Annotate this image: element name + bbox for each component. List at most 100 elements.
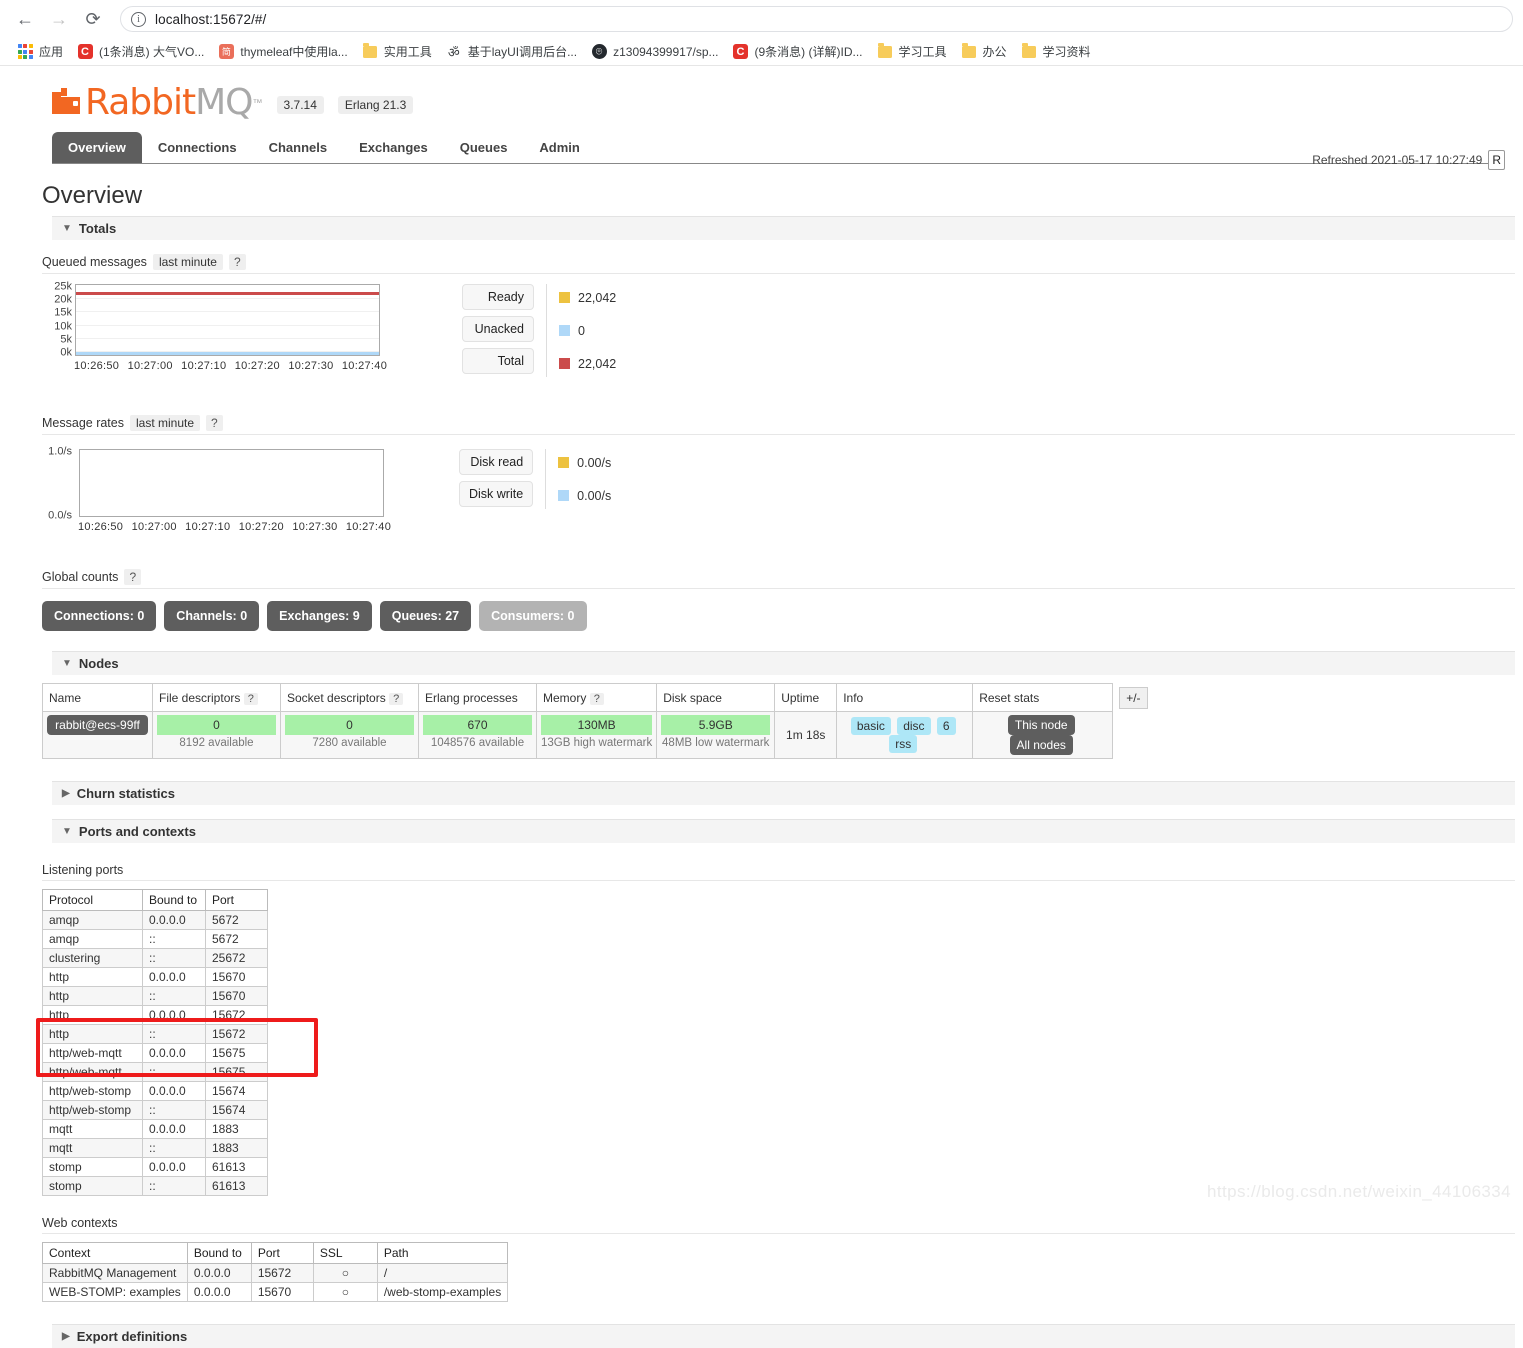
series-total (76, 292, 379, 295)
message-rates-header: Message rates last minute ? (42, 415, 1515, 435)
info-badge-disc[interactable]: disc (897, 717, 931, 735)
queued-messages-header: Queued messages last minute ? (42, 254, 1515, 274)
section-nodes[interactable]: ▼ Nodes (52, 651, 1515, 675)
cell-port: 15670 (250, 1282, 314, 1302)
info-badge-cores[interactable]: 6 (936, 717, 956, 735)
tab-admin[interactable]: Admin (523, 132, 595, 163)
cell-erlang-processes: 670 1048576 available (418, 711, 537, 759)
bookmark-csdn-1[interactable]: C (1条消息) 大气VO... (70, 40, 211, 64)
col-port: Port (250, 1242, 314, 1264)
table-row: clustering:: 25672 (42, 948, 268, 968)
cell-bound-to: 0.0.0.0 (186, 1282, 252, 1302)
reset-this-node-button[interactable]: This node (1007, 715, 1075, 735)
cell-path: /web-stomp-examples (376, 1282, 509, 1302)
jianshu-icon: 简 (218, 44, 234, 60)
cell-port: 15675 (205, 1062, 268, 1082)
bookmark-jianshu[interactable]: 简 thymeleaf中使用la... (211, 40, 354, 64)
count-channels[interactable]: Channels: 0 (164, 601, 260, 631)
metric-note: 7280 available (312, 737, 387, 749)
bookmark-folder-tools[interactable]: 实用工具 (355, 40, 439, 64)
section-ports-and-contexts[interactable]: ▼ Ports and contexts (52, 819, 1515, 843)
site-info-icon[interactable]: i (131, 11, 146, 27)
legend-button-unacked[interactable]: Unacked (462, 316, 534, 342)
color-swatch (559, 292, 570, 303)
help-icon[interactable]: ? (228, 254, 246, 270)
reset-all-nodes-button[interactable]: All nodes (1009, 735, 1073, 755)
section-export-definitions[interactable]: ▶ Export definitions (52, 1324, 1515, 1348)
col-socket-descriptors: Socket descriptors ? (280, 683, 419, 712)
count-connections[interactable]: Connections: 0 (42, 601, 157, 631)
metric-bar: 670 (423, 715, 532, 735)
version-badge: 3.7.14 (276, 96, 324, 114)
legend-button-disk-write[interactable]: Disk write (459, 481, 534, 507)
table-row: stomp 0.0.0.0 61613 (42, 1157, 268, 1177)
message-rates-period[interactable]: last minute (129, 415, 201, 431)
count-consumers[interactable]: Consumers: 0 (479, 601, 587, 631)
expand-collapse-button[interactable]: +/- (1119, 686, 1148, 709)
back-icon[interactable]: ← (10, 4, 40, 34)
info-badge-basic[interactable]: basic (850, 717, 891, 735)
count-exchanges[interactable]: Exchanges: 9 (267, 601, 372, 631)
refresh-button[interactable]: R (1488, 150, 1505, 170)
queued-messages-period[interactable]: last minute (152, 254, 223, 270)
legend-button-disk-read[interactable]: Disk read (459, 449, 534, 475)
section-churn-statistics[interactable]: ▶ Churn statistics (52, 781, 1515, 805)
legend-value-ready: 22,042 (559, 284, 616, 311)
tab-connections[interactable]: Connections (142, 132, 253, 163)
metric-bar: 0 (157, 715, 276, 735)
bookmark-folder-study-material[interactable]: 学习资料 (1014, 40, 1098, 64)
count-queues[interactable]: Queues: 27 (379, 601, 472, 631)
bookmark-folder-study-tools[interactable]: 学习工具 (870, 40, 954, 64)
bookmark-label: 学习工具 (898, 45, 947, 59)
bookmark-folder-office[interactable]: 办公 (954, 40, 1014, 64)
cell-protocol: mqtt (42, 1138, 143, 1158)
table-row: amqp:: 5672 (42, 929, 268, 949)
bookmark-layui[interactable]: ॐ 基于layUI调用后台... (439, 40, 584, 64)
cell-spacer (1113, 712, 1154, 759)
erlang-version-badge: Erlang 21.3 (337, 96, 414, 114)
col-label: File descriptors (159, 690, 241, 705)
section-totals[interactable]: ▼ Totals (52, 216, 1515, 240)
col-name: Name (42, 683, 153, 712)
y-tick: 0.0/s (48, 509, 72, 522)
cell-bound-to: 0.0.0.0 (142, 910, 206, 930)
help-icon[interactable]: ? (589, 692, 604, 705)
bookmark-github[interactable]: ⌾ z13094399917/sp... (584, 40, 725, 64)
bookmark-apps[interactable]: 应用 (10, 40, 70, 64)
forward-icon[interactable]: → (44, 4, 74, 34)
queued-messages-legend: Ready Unacked Total 22,042 0 22,042 (462, 284, 616, 377)
cell-context: WEB-STOMP: examples (42, 1282, 188, 1302)
bookmark-label: (9条消息) (详解)ID... (754, 45, 863, 59)
page-title: Overview (42, 182, 143, 209)
cell-uptime: 1m 18s (774, 711, 838, 759)
help-icon[interactable]: ? (243, 692, 258, 705)
help-icon[interactable]: ? (206, 415, 223, 431)
reload-icon[interactable]: ⟳ (78, 4, 108, 34)
cell-port: 61613 (205, 1157, 268, 1177)
cell-port: 5672 (205, 929, 268, 949)
legend-value: 0 (578, 323, 585, 338)
legend-value-disk-read: 0.00/s (558, 449, 611, 476)
info-badge-rss[interactable]: rss (889, 735, 918, 753)
legend-button-ready[interactable]: Ready (462, 284, 534, 310)
bookmark-csdn-2[interactable]: C (9条消息) (详解)ID... (726, 40, 870, 64)
global-counts-label: Global counts (42, 570, 119, 584)
tab-exchanges[interactable]: Exchanges (343, 132, 444, 163)
cell-port: 15672 (250, 1263, 314, 1283)
col-port: Port (205, 889, 268, 911)
col-context: Context (42, 1242, 188, 1264)
help-icon[interactable]: ? (124, 569, 142, 585)
help-icon[interactable]: ? (389, 692, 404, 705)
tab-channels[interactable]: Channels (253, 132, 344, 163)
legend-button-total[interactable]: Total (462, 348, 534, 374)
cell-bound-to: 0.0.0.0 (142, 1043, 206, 1063)
address-bar[interactable]: i localhost:15672/#/ (120, 6, 1513, 32)
cell-memory: 130MB 13GB high watermark (535, 711, 658, 759)
node-name-badge[interactable]: rabbit@ecs-99ff (47, 715, 148, 735)
cell-protocol: clustering (42, 948, 143, 968)
section-title: Totals (78, 221, 117, 236)
tab-queues[interactable]: Queues (444, 132, 524, 163)
rabbitmq-logo[interactable]: Rabbit MQ ™ (52, 85, 263, 121)
cell-ssl: ○ (312, 1263, 378, 1283)
tab-overview[interactable]: Overview (52, 132, 142, 163)
